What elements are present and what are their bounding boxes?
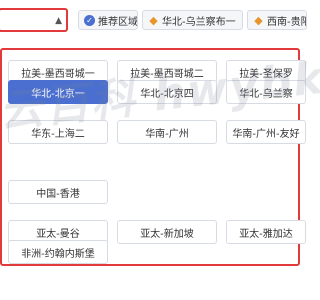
- tab-label: 西南-贵阳: [267, 16, 307, 28]
- region-option[interactable]: 华北-乌兰察: [226, 80, 306, 104]
- region-icon: ◆: [254, 13, 263, 27]
- region-option[interactable]: 华南-广州: [117, 120, 217, 144]
- recommend-icon: ✓: [84, 14, 95, 26]
- region-option[interactable]: 非洲-约翰内斯堡: [8, 240, 108, 264]
- caret-down-icon: ▲: [55, 16, 62, 26]
- region-option[interactable]: 亚太-新加坡: [117, 220, 217, 244]
- tab-recommend-region[interactable]: ✓ 推荐区域: [78, 10, 138, 30]
- region-option-selected[interactable]: 华北-北京一: [8, 80, 108, 104]
- tab-huabei-wulanchabu[interactable]: ◆ 华北-乌兰察布一: [142, 10, 243, 30]
- region-icon: ◆: [149, 13, 158, 27]
- tab-label: 华北-乌兰察布一: [162, 16, 236, 28]
- region-option[interactable]: 华东-上海二: [8, 120, 108, 144]
- region-select[interactable]: ▲: [0, 8, 68, 32]
- region-option[interactable]: 亚太-雅加达: [226, 220, 306, 244]
- tab-xinan-guiyang[interactable]: ◆ 西南-贵阳: [247, 10, 307, 30]
- region-option[interactable]: 华南-广州-友好: [226, 120, 306, 144]
- tab-label: 推荐区域: [98, 16, 138, 28]
- region-option[interactable]: 华北-北京四: [117, 80, 217, 104]
- region-option[interactable]: 中国-香港: [8, 180, 108, 204]
